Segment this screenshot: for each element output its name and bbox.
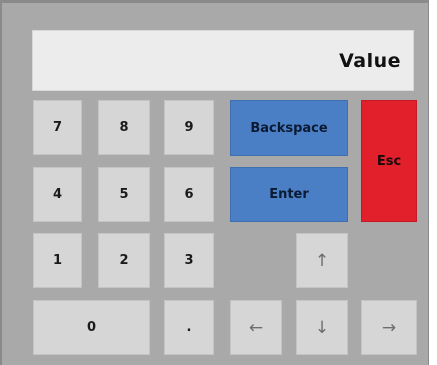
key-3-button[interactable]: 3 (164, 233, 214, 288)
arrow-up-icon[interactable]: ↑ (296, 233, 348, 288)
key-7-button[interactable]: 7 (33, 100, 82, 155)
key-4-button[interactable]: 4 (33, 167, 82, 222)
key-9-button[interactable]: 9 (164, 100, 214, 155)
key-6-button[interactable]: 6 (164, 167, 214, 222)
decimal-point-button[interactable]: . (164, 300, 214, 355)
frame-top-border (0, 0, 437, 3)
enter-button[interactable]: Enter (230, 167, 348, 222)
frame-left-border (0, 0, 2, 365)
key-1-button[interactable]: 1 (33, 233, 82, 288)
key-2-button[interactable]: 2 (98, 233, 150, 288)
frame-right-margin (429, 0, 437, 365)
arrow-down-icon[interactable]: ↓ (296, 300, 348, 355)
backspace-button[interactable]: Backspace (230, 100, 348, 156)
esc-button[interactable]: Esc (361, 100, 417, 222)
value-display: Value (32, 30, 414, 91)
arrow-right-icon[interactable]: → (361, 300, 417, 355)
key-5-button[interactable]: 5 (98, 167, 150, 222)
arrow-left-icon[interactable]: ← (230, 300, 282, 355)
numeric-keypad: Value 7 8 9 Backspace Esc 4 5 6 Enter 1 … (0, 0, 437, 365)
key-0-button[interactable]: 0 (33, 300, 150, 355)
key-8-button[interactable]: 8 (98, 100, 150, 155)
value-display-text: Value (339, 49, 401, 72)
